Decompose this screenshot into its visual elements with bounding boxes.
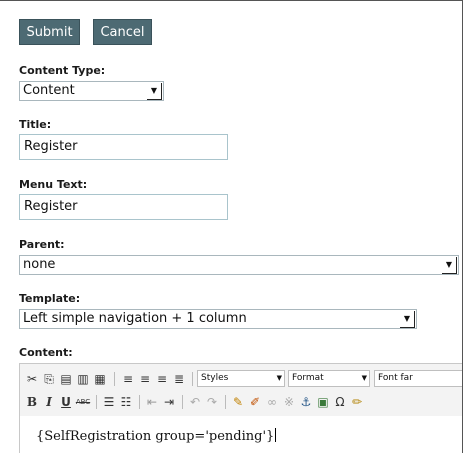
template-value: Left simple navigation + 1 column [23,311,247,326]
clean-formatting-icon[interactable]: ✎ [230,394,246,410]
align-center-icon[interactable]: ≡ [137,371,153,387]
special-character-icon[interactable]: Ω [332,394,348,410]
chevron-down-icon: ▼ [361,374,367,382]
content-type-value: Content [23,83,75,98]
redo-icon[interactable]: ↷ [204,394,220,410]
strikethrough-icon[interactable]: ABC [75,394,91,410]
menu-text-input[interactable]: Register [19,194,228,220]
submit-button[interactable]: Submit [19,19,80,45]
title-input[interactable]: Register [19,134,228,160]
content-label: Content: [19,346,73,359]
toolbar-separator [114,372,115,386]
font-family-dropdown-label: Font far [378,373,413,383]
link-icon[interactable]: ∞ [264,394,280,410]
align-left-icon[interactable]: ≡ [120,371,136,387]
styles-dropdown[interactable]: Styles ▼ [197,370,285,387]
anchor-icon[interactable]: ⚓ [298,394,314,410]
parent-select[interactable]: none ▼ [19,255,459,275]
align-right-icon[interactable]: ≡ [154,371,170,387]
font-family-dropdown[interactable]: Font far [374,370,462,387]
parent-label: Parent: [19,238,65,251]
paste-text-icon[interactable]: ▥ [75,371,91,387]
bold-icon[interactable]: B [24,394,40,410]
editor-body-text: {SelfRegistration group='pending'} [36,428,277,444]
italic-icon[interactable]: I [41,394,57,410]
image-icon[interactable]: ▣ [315,394,331,410]
editor-content-area[interactable]: {SelfRegistration group='pending'} [20,416,462,453]
paste-word-icon[interactable]: ▦ [92,371,108,387]
align-justify-icon[interactable]: ≣ [171,371,187,387]
edit-page-form: Submit Cancel Content Type: Content ▼ Ti… [0,0,463,453]
format-dropdown[interactable]: Format ▼ [288,370,370,387]
chevron-down-icon: ▼ [276,374,282,382]
parent-value: none [23,257,56,272]
editor-toolbar-row-2: B I U ABC ☰ ☷ ⇤ ⇥ ↶ ↷ ✎ ✐ ∞ ※ ⚓ ▣ Ω ✏ [20,391,462,413]
cut-icon[interactable]: ✂ [24,371,40,387]
numbered-list-icon[interactable]: ☰ [101,394,117,410]
undo-icon[interactable]: ↶ [187,394,203,410]
bulleted-list-icon[interactable]: ☷ [118,394,134,410]
toolbar-separator [182,395,183,409]
styles-dropdown-label: Styles [201,373,229,383]
cancel-button[interactable]: Cancel [93,19,152,45]
template-label: Template: [19,292,81,305]
underline-icon[interactable]: U [58,394,74,410]
edit-icon[interactable]: ✏ [349,394,365,410]
paste-icon[interactable]: ▤ [58,371,74,387]
editor-toolbar-row-1: ✂ ⎘ ▤ ▥ ▦ ≡ ≡ ≡ ≣ Styles ▼ Format ▼ Font… [20,368,462,390]
chevron-down-icon: ▼ [400,311,415,328]
content-type-select[interactable]: Content ▼ [19,81,164,101]
toolbar-separator [192,372,193,386]
title-label: Title: [19,118,52,131]
chevron-down-icon: ▼ [442,257,457,274]
unlink-icon[interactable]: ※ [281,394,297,410]
rich-text-editor: ✂ ⎘ ▤ ▥ ▦ ≡ ≡ ≡ ≣ Styles ▼ Format ▼ Font… [19,363,462,453]
toolbar-separator [139,395,140,409]
format-painter-icon[interactable]: ✐ [247,394,263,410]
content-type-label: Content Type: [19,64,106,77]
template-select[interactable]: Left simple navigation + 1 column ▼ [19,309,417,329]
menu-text-label: Menu Text: [19,178,88,191]
chevron-down-icon: ▼ [147,83,162,100]
text-caret [275,428,277,442]
copy-icon[interactable]: ⎘ [41,371,57,387]
toolbar-separator [225,395,226,409]
outdent-icon[interactable]: ⇤ [144,394,160,410]
indent-icon[interactable]: ⇥ [161,394,177,410]
toolbar-separator [96,395,97,409]
format-dropdown-label: Format [292,373,324,383]
editor-body-value: {SelfRegistration group='pending'} [36,429,275,444]
